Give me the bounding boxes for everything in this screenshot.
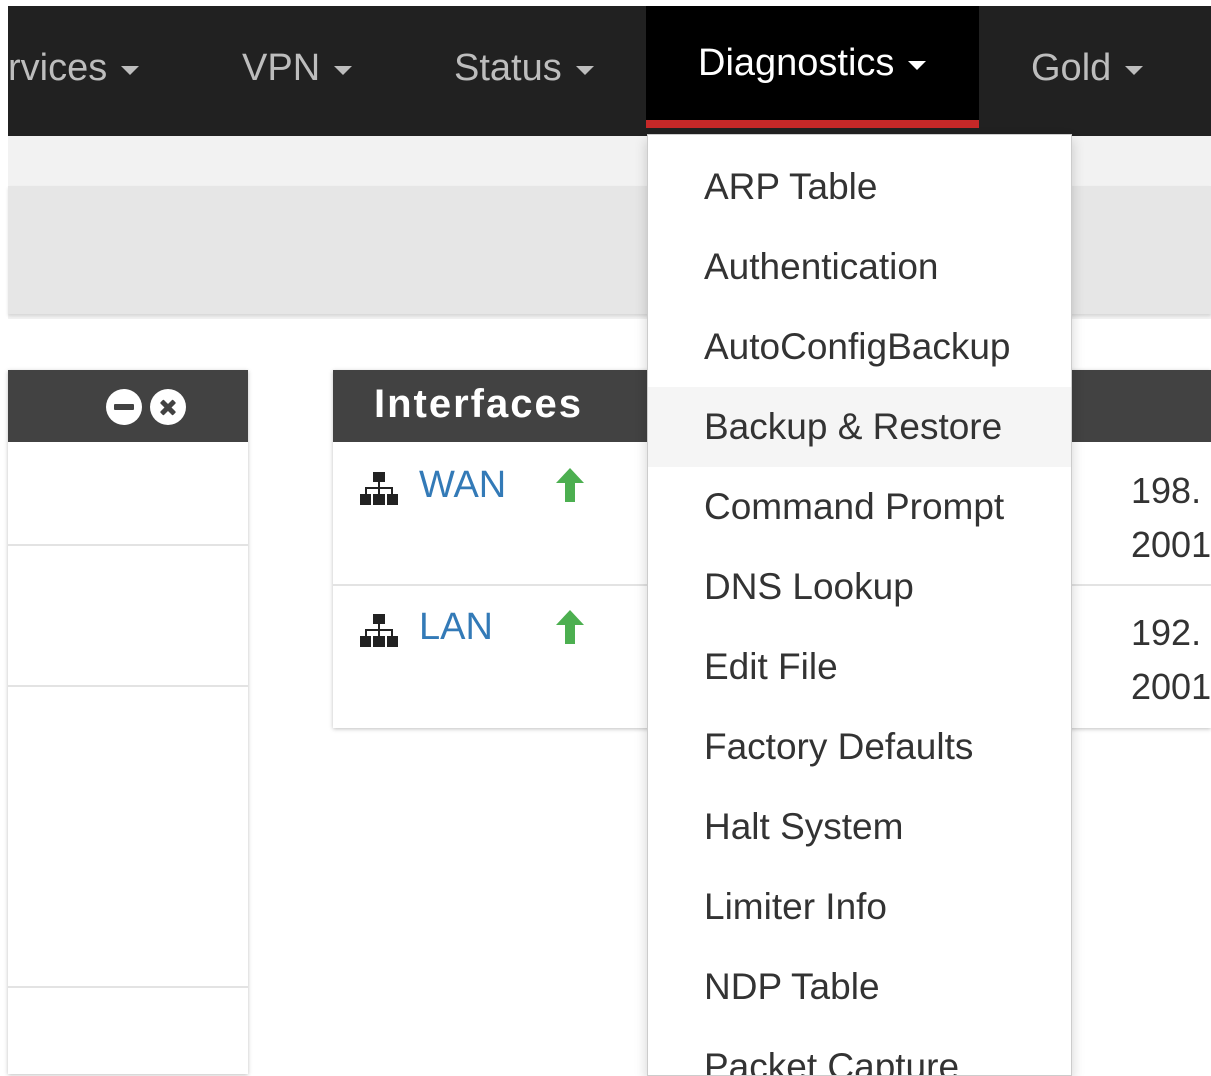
row-divider bbox=[8, 544, 248, 546]
widget-title: Interfaces bbox=[374, 382, 583, 426]
nav-gold[interactable]: Gold bbox=[1031, 6, 1144, 130]
menu-item-command-prompt[interactable]: Command Prompt bbox=[648, 467, 1071, 547]
top-navbar: rvices VPN Status Diagnostics Gold bbox=[8, 6, 1211, 136]
nav-diagnostics[interactable]: Diagnostics bbox=[646, 6, 979, 128]
ipv6-address: 2001 bbox=[1131, 666, 1211, 707]
nav-status-label: Status bbox=[454, 46, 562, 89]
nav-services[interactable]: rvices bbox=[8, 6, 140, 130]
nav-status[interactable]: Status bbox=[454, 6, 594, 130]
menu-item-authentication[interactable]: Authentication bbox=[648, 227, 1071, 307]
left-widget bbox=[8, 370, 248, 1074]
ipv4-address: 192. bbox=[1131, 612, 1202, 653]
interface-ip-wan: 198. 2001 bbox=[1131, 464, 1211, 572]
caret-down-icon bbox=[908, 60, 927, 70]
caret-down-icon bbox=[334, 65, 353, 75]
interface-link-lan[interactable]: LAN bbox=[419, 606, 493, 649]
caret-down-icon bbox=[575, 65, 594, 75]
ipv4-address: 198. bbox=[1131, 470, 1202, 511]
menu-item-packet-capture[interactable]: Packet Capture bbox=[648, 1027, 1071, 1075]
menu-item-factory-defaults[interactable]: Factory Defaults bbox=[648, 707, 1071, 787]
menu-item-limiter-info[interactable]: Limiter Info bbox=[648, 867, 1071, 947]
interface-ip-lan: 192. 2001 bbox=[1131, 606, 1211, 714]
nav-services-label: rvices bbox=[8, 46, 108, 89]
arrow-up-icon bbox=[556, 610, 584, 644]
menu-item-backup-restore[interactable]: Backup & Restore bbox=[648, 387, 1071, 467]
menu-item-edit-file[interactable]: Edit File bbox=[648, 627, 1071, 707]
menu-item-halt-system[interactable]: Halt System bbox=[648, 787, 1071, 867]
arrow-up-icon bbox=[556, 468, 584, 502]
row-divider bbox=[8, 986, 248, 988]
close-icon[interactable] bbox=[150, 389, 186, 425]
menu-item-arp-table[interactable]: ARP Table bbox=[648, 147, 1071, 227]
nav-vpn[interactable]: VPN bbox=[242, 6, 353, 130]
row-divider bbox=[8, 685, 248, 687]
caret-down-icon bbox=[1125, 65, 1144, 75]
nav-vpn-label: VPN bbox=[242, 46, 321, 89]
nav-diagnostics-label: Diagnostics bbox=[698, 41, 895, 84]
nav-gold-label: Gold bbox=[1031, 46, 1112, 89]
ipv6-address: 2001 bbox=[1131, 524, 1211, 565]
sitemap-icon bbox=[360, 472, 398, 505]
sitemap-icon bbox=[360, 614, 398, 647]
left-widget-header bbox=[8, 370, 248, 442]
diagnostics-dropdown-menu: ARP Table Authentication AutoConfigBacku… bbox=[647, 134, 1072, 1076]
caret-down-icon bbox=[121, 65, 140, 75]
minimize-icon[interactable] bbox=[106, 389, 142, 425]
menu-item-autoconfigbackup[interactable]: AutoConfigBackup bbox=[648, 307, 1071, 387]
interface-link-wan[interactable]: WAN bbox=[419, 464, 506, 507]
menu-item-ndp-table[interactable]: NDP Table bbox=[648, 947, 1071, 1027]
menu-item-dns-lookup[interactable]: DNS Lookup bbox=[648, 547, 1071, 627]
